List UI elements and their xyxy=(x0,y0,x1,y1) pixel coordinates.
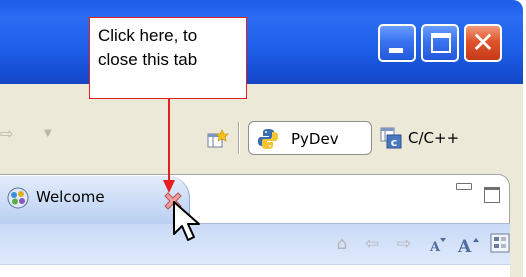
layout-icon[interactable] xyxy=(488,232,512,256)
svg-text:c: c xyxy=(391,136,398,149)
tab-welcome-label: Welcome xyxy=(36,188,105,206)
maximize-icon[interactable] xyxy=(484,187,500,203)
editor-content xyxy=(0,264,510,277)
home-icon[interactable]: ⌂ xyxy=(330,232,354,256)
cpp-perspective-icon[interactable]: c xyxy=(380,127,402,149)
title-bar: ✕ xyxy=(0,0,523,84)
minimize-icon[interactable] xyxy=(456,183,472,190)
pydev-label: PyDev xyxy=(291,130,339,148)
callout-line-1: Click here, to xyxy=(98,26,198,45)
back-icon[interactable]: ⇦ xyxy=(360,232,384,256)
callout-text: Click here, to close this tab xyxy=(98,24,242,72)
maximize-button[interactable] xyxy=(421,24,459,62)
increase-font-icon[interactable]: A xyxy=(456,232,480,257)
svg-text:A: A xyxy=(457,237,472,256)
decrease-font-icon[interactable]: A xyxy=(424,232,448,256)
welcome-icon xyxy=(6,186,30,210)
minimize-button[interactable] xyxy=(378,24,416,62)
toolbar-separator xyxy=(238,122,240,154)
window: ✕ ⇨ ▼ PyDev c C/C++ Welcome ⌂ ⇦ ⇨ A A Cl… xyxy=(0,0,523,277)
python-icon xyxy=(257,128,279,150)
callout-box: Click here, to close this tab xyxy=(89,17,247,99)
close-window-button[interactable]: ✕ xyxy=(464,24,502,62)
perspective-cpp-button[interactable]: C/C++ xyxy=(408,129,459,147)
svg-text:A: A xyxy=(429,240,441,255)
chevron-down-icon[interactable]: ▼ xyxy=(44,128,52,139)
tab-welcome[interactable]: Welcome xyxy=(0,176,190,224)
mouse-cursor-icon xyxy=(172,200,206,244)
maximize-icon xyxy=(431,33,451,53)
open-perspective-icon[interactable] xyxy=(207,129,229,149)
forward-icon[interactable]: ⇨ xyxy=(392,232,416,256)
callout-line-2: close this tab xyxy=(98,50,198,69)
perspective-pydev-button[interactable]: PyDev xyxy=(248,121,372,155)
forward-nav-icon[interactable]: ⇨ xyxy=(0,124,13,143)
minimize-icon xyxy=(389,48,403,53)
close-icon: ✕ xyxy=(471,26,495,59)
